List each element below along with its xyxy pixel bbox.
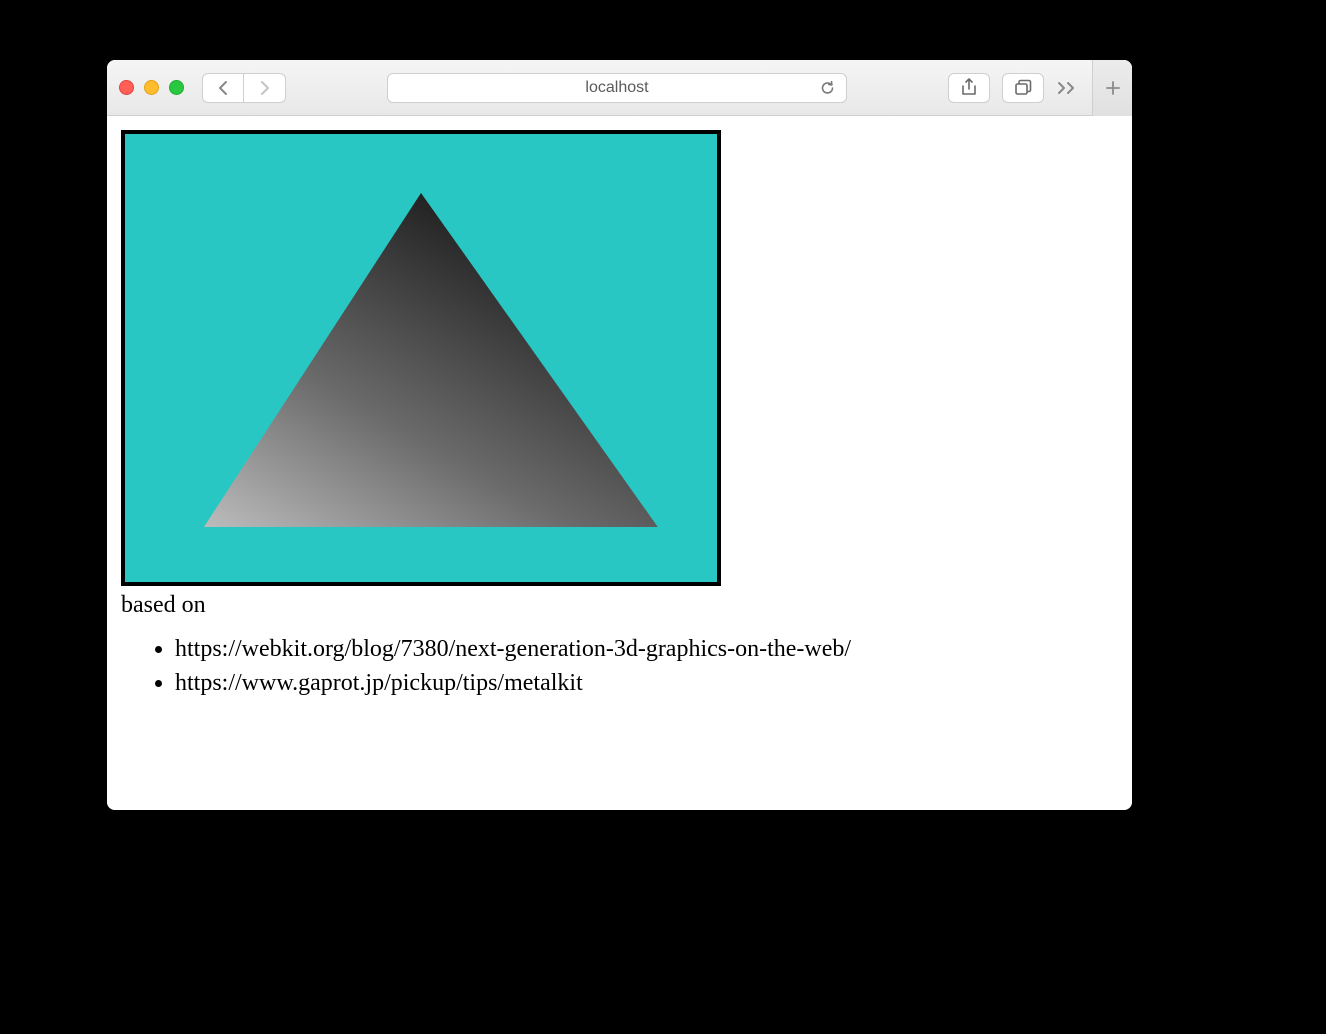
safari-window: localhost	[107, 60, 1132, 810]
reload-button[interactable]	[819, 79, 836, 96]
share-icon	[960, 78, 978, 98]
chevron-left-icon	[218, 80, 229, 96]
forward-button[interactable]	[244, 73, 286, 103]
reference-link-1[interactable]: https://webkit.org/blog/7380/next-genera…	[175, 633, 1118, 665]
chevrons-right-icon	[1056, 80, 1080, 96]
traffic-lights	[119, 80, 184, 95]
reference-list: https://webkit.org/blog/7380/next-genera…	[175, 633, 1118, 700]
back-button[interactable]	[202, 73, 244, 103]
more-toolbar-button[interactable]	[1056, 80, 1080, 96]
chevron-right-icon	[259, 80, 270, 96]
reference-link-2[interactable]: https://www.gaprot.jp/pickup/tips/metalk…	[175, 667, 1118, 699]
close-window-button[interactable]	[119, 80, 134, 95]
webgpu-canvas	[121, 130, 721, 586]
fullscreen-window-button[interactable]	[169, 80, 184, 95]
nav-back-forward	[202, 73, 286, 103]
titlebar: localhost	[107, 60, 1132, 116]
minimize-window-button[interactable]	[144, 80, 159, 95]
page-content: based on https://webkit.org/blog/7380/ne…	[107, 116, 1132, 810]
address-bar-container: localhost	[296, 73, 938, 103]
address-bar-text: localhost	[585, 79, 648, 97]
reload-icon	[819, 79, 836, 96]
new-tab-button[interactable]	[1092, 60, 1132, 116]
tabs-icon	[1013, 79, 1033, 97]
triangle-render	[125, 134, 717, 582]
toolbar-right	[948, 72, 1120, 104]
tabs-overview-button[interactable]	[1002, 73, 1044, 103]
share-button[interactable]	[948, 73, 990, 103]
based-on-label: based on	[121, 592, 1118, 619]
address-bar[interactable]: localhost	[387, 73, 847, 103]
plus-icon	[1105, 80, 1121, 96]
